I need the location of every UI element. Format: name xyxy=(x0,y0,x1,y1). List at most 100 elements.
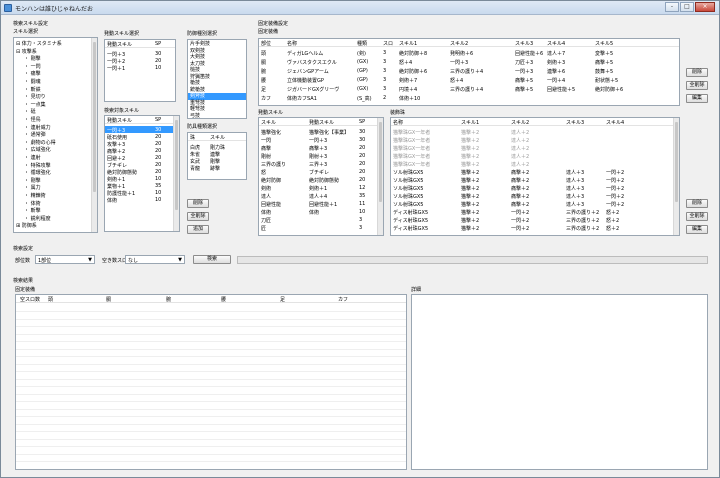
tree-item[interactable]: ・ 属力 xyxy=(24,184,41,191)
active-skills-table[interactable]: スキル 発動スキル SP 猫撃強化 猫撃強化【事業】 30 一閃 一閃＋3 30 痛撃 痛撃＋… xyxy=(258,117,384,236)
list-item[interactable]: 攻撃＋3 20 xyxy=(105,140,173,148)
weapon-item[interactable]: 弓技 xyxy=(188,113,246,119)
tree-item[interactable]: ・ 連射 xyxy=(24,154,41,161)
tree-item[interactable]: ・ 広域強化 xyxy=(24,146,51,153)
table-row[interactable]: 猫撃珠GX一年者 猫撃＋2 達人＋2 xyxy=(391,160,673,168)
skill-tree[interactable]: ⊟ 体力・スタミナ系 ⊟ 攻撃系・ 剛撃・ 一閃・ 痛撃・ 闘魂・ 斬鉄・ 見切り… xyxy=(13,37,98,233)
table-row[interactable]: 一閃 一閃＋3 30 xyxy=(259,136,377,144)
tree-item[interactable]: ・ 通常弾 xyxy=(24,131,46,138)
table-row[interactable]: ディス射珠GX5 猫撃＋2 一閃＋2 三界の護り＋2 怒＋2 xyxy=(391,216,673,224)
active-skills-scrollbar[interactable] xyxy=(377,118,383,235)
maximize-button[interactable]: □ xyxy=(680,2,694,12)
list-item[interactable]: 白虎 剛力珠 xyxy=(188,143,246,151)
fixed-delete-all-button[interactable]: 全削除 xyxy=(686,81,708,90)
table-row[interactable]: 足 ジガバードGXグリーヴ (GX) 3 円境＋4 三界の護り＋4 痛撃＋5 回避性能＋5 絶対… xyxy=(259,85,679,93)
tree-item[interactable]: ・ 剛撃 xyxy=(24,177,41,184)
table-row[interactable]: 猫撃珠GX一年者 猫撃＋2 達人＋2 xyxy=(391,144,673,152)
fixed-equip-table[interactable]: 部位 名称 種類 スロ スキル1 スキル2 スキル3 スキル4 スキル5 頭 ディガLGヘルム (剣… xyxy=(258,38,680,106)
list-item[interactable]: 回避＋2 20 xyxy=(105,154,173,162)
table-row[interactable]: 痛撃 痛撃＋3 20 xyxy=(259,144,377,152)
table-row[interactable]: ディス射珠GX5 猫撃＋2 一閃＋2 三界の護り＋2 怒＋2 xyxy=(391,224,673,232)
fixed-delete-button[interactable]: 削除 xyxy=(686,68,708,77)
table-row[interactable]: 刀匠 3 xyxy=(259,216,377,224)
list-item[interactable]: 痛撃＋2 20 xyxy=(105,147,173,155)
list-item[interactable]: 一閃＋1 10 xyxy=(105,64,175,72)
table-row[interactable]: 体術 体術 10 xyxy=(259,208,377,216)
tree-item[interactable]: ⊟ 攻撃系 xyxy=(16,48,37,55)
fixed-edit-button[interactable]: 編集 xyxy=(686,94,708,103)
table-row[interactable]: 回避性能 回避性能＋1 11 xyxy=(259,200,377,208)
table-row[interactable]: 絶対防御 絶対防御態勢 20 xyxy=(259,176,377,184)
weapon-list[interactable]: 片手剣技 双剣技 大剣技 太刀技 槌技 狩猟笛技 槍技 銃槍技 剣斧技 重弩技 軽弩技 弓技 xyxy=(187,39,247,119)
table-row[interactable]: 匠3 xyxy=(259,224,377,232)
list-item[interactable]: 砥石使用 20 xyxy=(105,133,173,141)
list-item[interactable]: 絶対防御態勢 20 xyxy=(105,168,173,176)
table-row[interactable]: カフ 体術カフSA1 (S_高) 2 体術＋10 xyxy=(259,94,679,102)
decorations-scrollbar[interactable] xyxy=(673,118,679,235)
tree-item[interactable]: ・ 連射威力 xyxy=(24,124,51,131)
active-skill-list[interactable]: 発動スキル SP 一閃＋3 30 一閃＋2 20 一閃＋1 10 xyxy=(104,39,176,102)
tree-item[interactable]: ・ 精錬術 xyxy=(24,192,46,199)
tree-item[interactable]: ・ 闘魂 xyxy=(24,78,41,85)
table-row[interactable]: ソル射珠GX5 猫撃＋2 痛撃＋2 達人＋3 一閃＋2 xyxy=(391,176,673,184)
tree-item[interactable]: ・ 剛撃 xyxy=(24,55,41,62)
list-item[interactable]: 一閃＋2 20 xyxy=(105,57,175,65)
list-item[interactable]: 玄武 剛撃 xyxy=(188,157,246,165)
minimize-button[interactable]: - xyxy=(665,2,679,12)
table-row[interactable]: 腰 立体機動装置GP (GP) 3 剣術＋7 怒＋4 痛撃＋5 一閃＋4 耐状態＋5 xyxy=(259,76,679,84)
tree-item[interactable]: ・ 斬鉄 xyxy=(24,86,41,93)
tree-item[interactable]: ・ 特殊攻撃 xyxy=(24,162,51,169)
table-row[interactable]: ソル射珠GX5 猫撃＋2 痛撃＋2 達人＋3 一閃＋2 xyxy=(391,184,673,192)
tree-item[interactable]: ・ 見切り xyxy=(24,93,46,100)
table-row[interactable]: 腕 ジェバンGPアーム (GP) 3 絶対防御＋6 三界の護り＋4 一閃＋3 連撃＋6 鼓舞＋5 xyxy=(259,67,679,75)
table-row[interactable]: 胴 ヴァバスタクスエクル (GX) 3 怒＋4 一閃＋3 刀匠＋3 剣術＋3 痛撃＋5 xyxy=(259,58,679,66)
tree-item[interactable]: ・ 体術 xyxy=(24,200,41,207)
list-item[interactable]: 一閃＋3 30 xyxy=(105,126,173,134)
decorations-table[interactable]: 名称 スキル1 スキル2 スキル3 スキル4 猫撃珠GX一年者 猫撃＋2 達人＋2 猫撃珠GX… xyxy=(390,117,680,236)
table-row[interactable]: ディス射珠GX5 猫撃＋2 一閃＋2 三界の護り＋2 怒＋2 xyxy=(391,208,673,216)
tree-item[interactable]: ・ 斬撃 xyxy=(24,207,41,214)
tree-item[interactable]: ・ 劇物の心得 xyxy=(24,139,56,146)
search-button[interactable]: 検索 xyxy=(193,255,231,264)
results-table[interactable]: 空スロ数 頭 胴 腕 腰 足 カフ xyxy=(15,294,407,470)
list-item[interactable]: 体術 10 xyxy=(105,196,173,204)
tree-item[interactable]: ・ 鋭利程度 xyxy=(24,215,51,222)
table-row[interactable]: 剛射 剛射＋3 20 xyxy=(259,152,377,160)
table-row[interactable]: 猫撃強化 猫撃強化【事業】 30 xyxy=(259,128,377,136)
skill-tree-scrollbar[interactable] xyxy=(91,38,97,232)
table-row[interactable]: 頭 ディガLGヘルム (剣) 3 絶対防御＋8 発明術＋6 回避性能＋6 達人＋7 変撃＋5 xyxy=(259,49,679,57)
tree-item[interactable]: ・ 痛撃 xyxy=(24,70,41,77)
tree-item[interactable]: ⊞ 防御系 xyxy=(16,222,37,229)
tree-item[interactable]: ・ 怪鳥 xyxy=(24,116,41,123)
list-item[interactable]: 剣術＋1 10 xyxy=(105,175,173,183)
tree-item[interactable]: ・ 砥 xyxy=(24,108,36,115)
list-item[interactable]: 防護性能＋1 10 xyxy=(105,189,173,197)
table-row[interactable]: 猫撃珠GX一年者 猫撃＋2 達人＋2 xyxy=(391,152,673,160)
slot-select[interactable]: なし ▼ xyxy=(125,255,185,264)
table-row[interactable]: ソル射珠GX5 猫撃＋2 痛撃＋2 達人＋3 一閃＋2 xyxy=(391,168,673,176)
decor-select-list[interactable]: 珠 スキル 白虎 剛力珠 朱雀 連撃 玄武 剛撃 青龍 跡撃 xyxy=(187,132,247,180)
table-row[interactable]: 達人 達人＋4 35 xyxy=(259,192,377,200)
table-row[interactable]: 怒 ブチギレ 20 xyxy=(259,168,377,176)
table-row[interactable]: 猫撃珠GX一年者 猫撃＋2 達人＋2 xyxy=(391,128,673,136)
part-count-select[interactable]: 1部位 ▼ xyxy=(35,255,95,264)
table-row[interactable]: 猫撃珠GX一年者 猫撃＋2 達人＋2 xyxy=(391,136,673,144)
search-target-list[interactable]: 発動スキル SP 一閃＋3 30 砥石使用 20 攻撃＋3 20 痛撃＋2 20 回避＋2 20 ブ… xyxy=(104,115,180,232)
search-delete-all-button[interactable]: 全削除 xyxy=(187,212,209,221)
tree-item[interactable]: ・ 一閃 xyxy=(24,63,41,70)
decor-edit-button[interactable]: 編集 xyxy=(686,225,708,234)
table-row[interactable]: 剣術 剣術＋1 12 xyxy=(259,184,377,192)
decor-delete-all-button[interactable]: 全削除 xyxy=(686,212,708,221)
list-item[interactable]: ブチギレ 20 xyxy=(105,161,173,169)
close-button[interactable]: × xyxy=(695,2,715,12)
table-row[interactable]: 三界の護り 三界＋3 20 xyxy=(259,160,377,168)
list-item[interactable]: 青龍 跡撃 xyxy=(188,164,246,172)
table-row[interactable]: ソル射珠GX5 猫撃＋2 痛撃＋2 達人＋3 一閃＋2 xyxy=(391,200,673,208)
list-item[interactable]: 朱雀 連撃 xyxy=(188,150,246,158)
list-item[interactable]: 業物＋1 35 xyxy=(105,182,173,190)
tree-item[interactable]: ⊟ 体力・スタミナ系 xyxy=(16,40,62,47)
table-row[interactable]: ソル射珠GX5 猫撃＋2 痛撃＋2 達人＋3 一閃＋2 xyxy=(391,192,673,200)
search-delete-button[interactable]: 削除 xyxy=(187,199,209,208)
tree-item[interactable]: ・ 循環強化 xyxy=(24,169,51,176)
tree-item[interactable]: ・ 一点集 xyxy=(24,101,46,108)
